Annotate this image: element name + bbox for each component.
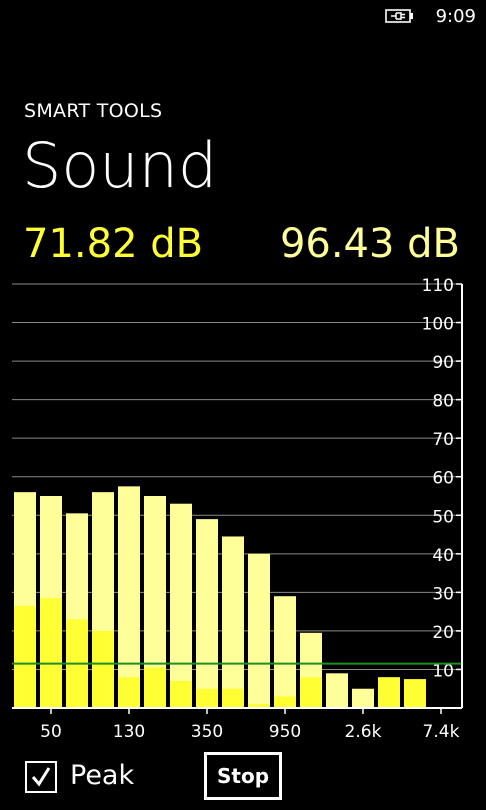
y-tick-label: 100 <box>422 315 454 335</box>
peak-bar <box>274 596 296 708</box>
level-bar <box>118 677 140 708</box>
x-tick-label: 350 <box>191 722 223 742</box>
peak-bar <box>118 486 140 708</box>
controls-bar: Peak Stop <box>0 750 486 810</box>
x-tick-label: 7.4k <box>423 722 460 742</box>
status-bar: 9:09 <box>0 0 486 32</box>
y-tick-label: 60 <box>432 469 454 489</box>
y-tick-label: 40 <box>432 546 454 566</box>
level-bar <box>196 688 218 708</box>
level-bar <box>300 677 322 708</box>
status-time: 9:09 <box>435 6 476 27</box>
peak-bar <box>352 688 374 708</box>
y-tick-label: 20 <box>432 623 454 643</box>
app-name: SMART TOOLS <box>24 100 163 122</box>
level-bar <box>404 679 426 708</box>
level-bar <box>222 688 244 708</box>
spectrum-chart-svg: 10203040506070809010011050 130 350 950 2.6k 7… <box>12 276 463 742</box>
peak-bar <box>326 673 348 708</box>
y-tick-label: 80 <box>432 392 454 412</box>
page-title: Sound <box>22 129 218 202</box>
stop-button[interactable]: Stop <box>204 752 282 800</box>
level-bar <box>14 605 36 708</box>
battery-charging-icon <box>385 9 413 23</box>
peak-checkbox[interactable] <box>25 761 57 793</box>
x-tick-label: 50 <box>40 722 62 742</box>
peak-bar <box>222 536 244 708</box>
peak-level-readout: 96.43 dB <box>279 221 460 267</box>
y-tick-label: 90 <box>432 353 454 373</box>
y-tick-label: 110 <box>422 276 454 296</box>
level-bar <box>274 696 296 708</box>
y-tick-label: 70 <box>432 430 454 450</box>
x-tick-label: 2.6k <box>345 722 382 742</box>
x-tick-label: 950 <box>269 722 301 742</box>
level-bar <box>144 667 166 708</box>
y-tick-label: 50 <box>432 507 454 527</box>
peak-bar <box>196 519 218 708</box>
level-bar <box>170 681 192 708</box>
level-bar <box>92 630 114 708</box>
y-tick-label: 30 <box>432 584 454 604</box>
peak-bar <box>170 503 192 708</box>
spectrum-chart: 10 20 30 40 50 60 70 80 90 100 110 50 130 350 950 2.6k 7… <box>0 270 486 750</box>
level-bar <box>40 598 62 708</box>
current-level-readout: 71.82 dB <box>23 221 204 267</box>
peak-label: Peak <box>70 760 135 791</box>
peak-bar <box>248 553 270 708</box>
level-bar <box>378 677 400 708</box>
checkmark-icon <box>31 767 51 787</box>
x-tick-label: 130 <box>113 722 145 742</box>
